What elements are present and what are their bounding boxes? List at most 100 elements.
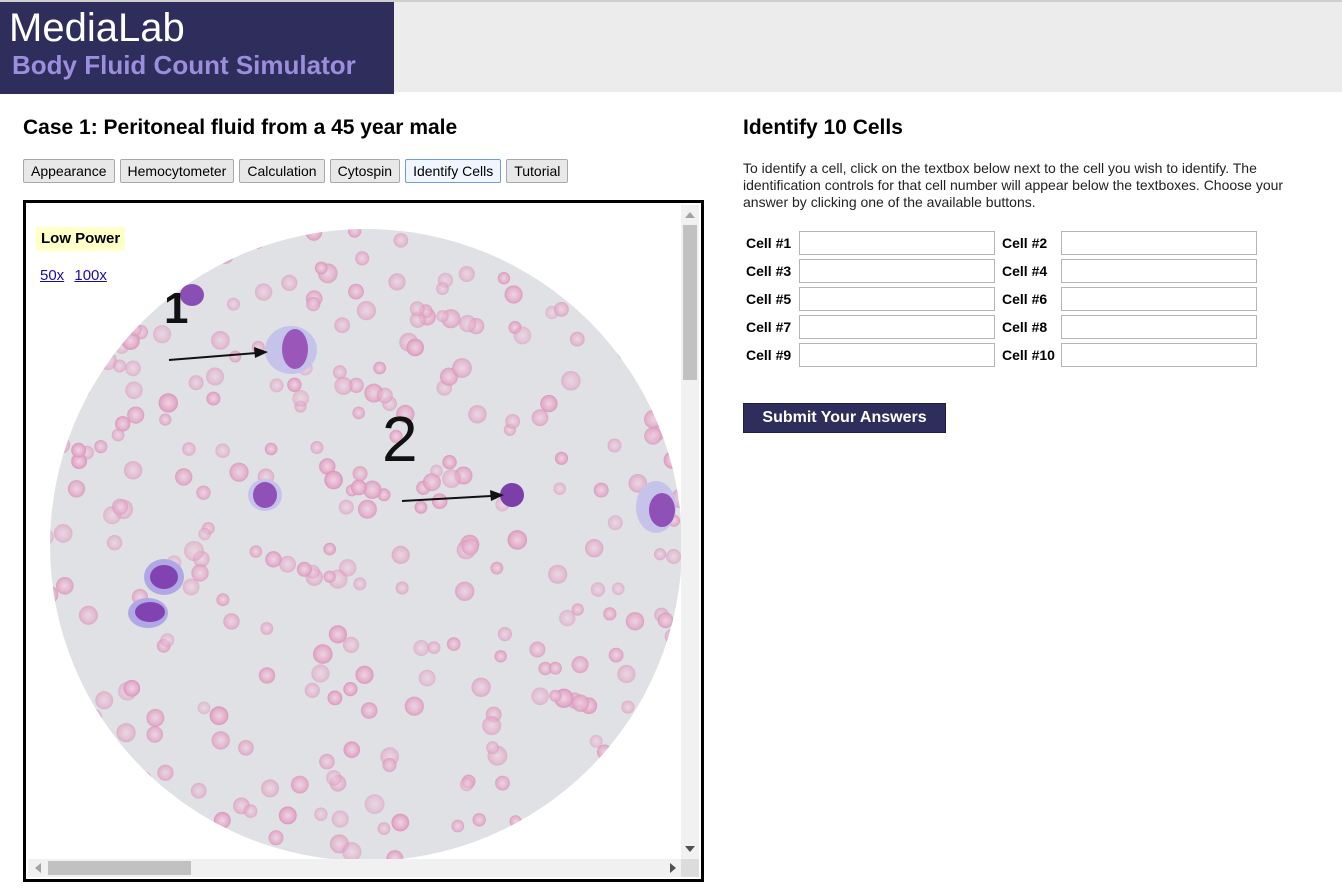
red-cell	[157, 764, 174, 781]
red-cell	[350, 479, 367, 496]
cell-1-input[interactable]	[799, 231, 995, 255]
red-cell	[482, 716, 502, 736]
red-cell	[215, 443, 230, 458]
red-cell	[212, 832, 228, 848]
red-cell	[497, 627, 512, 642]
red-cell	[51, 436, 66, 450]
red-cell	[319, 753, 335, 770]
red-cell	[52, 315, 71, 333]
red-cell	[128, 323, 142, 337]
tab-appearance[interactable]: Appearance	[23, 159, 115, 183]
cell-5-label: Cell #5	[746, 291, 792, 307]
red-cell	[544, 232, 561, 249]
red-cell	[608, 647, 624, 663]
scroll-down-icon[interactable]	[685, 846, 695, 852]
tab-calculation[interactable]: Calculation	[239, 159, 325, 183]
red-cell	[67, 480, 86, 498]
cell-2-input[interactable]	[1061, 231, 1257, 255]
cell-6-label: Cell #6	[1002, 291, 1048, 307]
red-cell	[549, 689, 562, 702]
brand-logo: MediaLab Body Fluid Count Simulator	[0, 2, 394, 94]
red-cell	[125, 381, 143, 400]
red-cell	[159, 413, 172, 426]
zoom-100x-link[interactable]: 100x	[74, 267, 107, 284]
cell-4-input[interactable]	[1061, 259, 1257, 283]
red-cell	[436, 310, 449, 323]
red-cell	[548, 564, 568, 584]
tab-cytospin[interactable]: Cytospin	[329, 159, 401, 183]
submit-answers-button[interactable]: Submit Your Answers	[743, 403, 946, 433]
red-cell	[106, 535, 123, 551]
cell-10-input[interactable]	[1061, 343, 1257, 367]
case-tabs: Appearance Hemocytometer Calculation Cyt…	[23, 159, 573, 183]
red-cell	[63, 718, 84, 739]
horizontal-scrollbar[interactable]	[28, 859, 683, 877]
scroll-up-icon[interactable]	[685, 212, 695, 218]
red-cell	[554, 302, 569, 317]
red-cell	[313, 644, 333, 664]
red-cell	[78, 605, 98, 625]
red-cell	[458, 266, 475, 282]
tab-tutorial[interactable]: Tutorial	[506, 159, 569, 183]
cell-9-input[interactable]	[799, 343, 995, 367]
red-cell	[391, 545, 410, 564]
scroll-left-icon[interactable]	[35, 863, 41, 873]
red-cell	[323, 570, 336, 583]
red-cell	[603, 607, 617, 621]
scroll-right-icon[interactable]	[670, 863, 676, 873]
red-cell	[94, 440, 108, 454]
red-cell	[122, 229, 141, 243]
vertical-scroll-thumb[interactable]	[683, 225, 697, 380]
red-cell	[85, 360, 99, 374]
red-cell	[490, 229, 504, 241]
cell-7-input[interactable]	[799, 315, 995, 339]
red-cell	[206, 391, 221, 406]
red-cell	[334, 376, 353, 395]
red-cell	[446, 637, 461, 651]
red-cell	[310, 441, 324, 454]
horizontal-scroll-thumb[interactable]	[48, 861, 191, 875]
red-cell	[619, 731, 633, 744]
red-cell	[327, 690, 343, 706]
cell-5-input[interactable]	[799, 287, 995, 311]
zoom-links: 50x 100x	[40, 267, 113, 284]
red-cell	[576, 827, 592, 844]
red-cell	[278, 806, 297, 825]
red-cell	[540, 394, 558, 413]
red-cell	[311, 664, 330, 683]
red-cell	[569, 331, 585, 347]
cell-6-input[interactable]	[1061, 287, 1257, 311]
red-cell	[261, 229, 276, 244]
red-cell	[146, 726, 164, 743]
red-cell	[50, 342, 57, 356]
red-cell	[467, 229, 482, 234]
red-cell	[589, 734, 603, 748]
vertical-scrollbar[interactable]	[681, 205, 699, 859]
cell-row: Cell #9 Cell #10	[743, 341, 1261, 369]
cell-4-label: Cell #4	[1002, 263, 1048, 279]
red-cell	[249, 545, 263, 558]
zoom-50x-link[interactable]: 50x	[40, 267, 64, 284]
scrollbar-corner	[681, 859, 699, 877]
tab-identify-cells[interactable]: Identify Cells	[405, 159, 502, 183]
red-cell	[630, 766, 649, 785]
red-cell	[238, 740, 254, 756]
magnification-label: Low Power	[36, 227, 126, 251]
tab-hemocytometer[interactable]: Hemocytometer	[119, 159, 235, 183]
cell-8-input[interactable]	[1061, 315, 1257, 339]
red-cell	[196, 485, 211, 500]
red-cell	[617, 664, 636, 684]
microscope-field-image[interactable]: 1 2	[46, 225, 686, 865]
red-cell	[254, 283, 273, 301]
red-cell	[461, 538, 479, 556]
cell-3-input[interactable]	[799, 259, 995, 283]
red-cell	[213, 811, 231, 829]
red-cell	[343, 682, 358, 697]
red-cell	[136, 771, 152, 787]
red-cell	[50, 414, 67, 432]
red-cell	[352, 466, 368, 482]
red-cell	[184, 822, 199, 838]
microscope-viewer[interactable]: 1 2 Low Power 50x 100x	[23, 200, 704, 882]
red-cell	[442, 455, 457, 470]
red-cell	[660, 766, 673, 778]
